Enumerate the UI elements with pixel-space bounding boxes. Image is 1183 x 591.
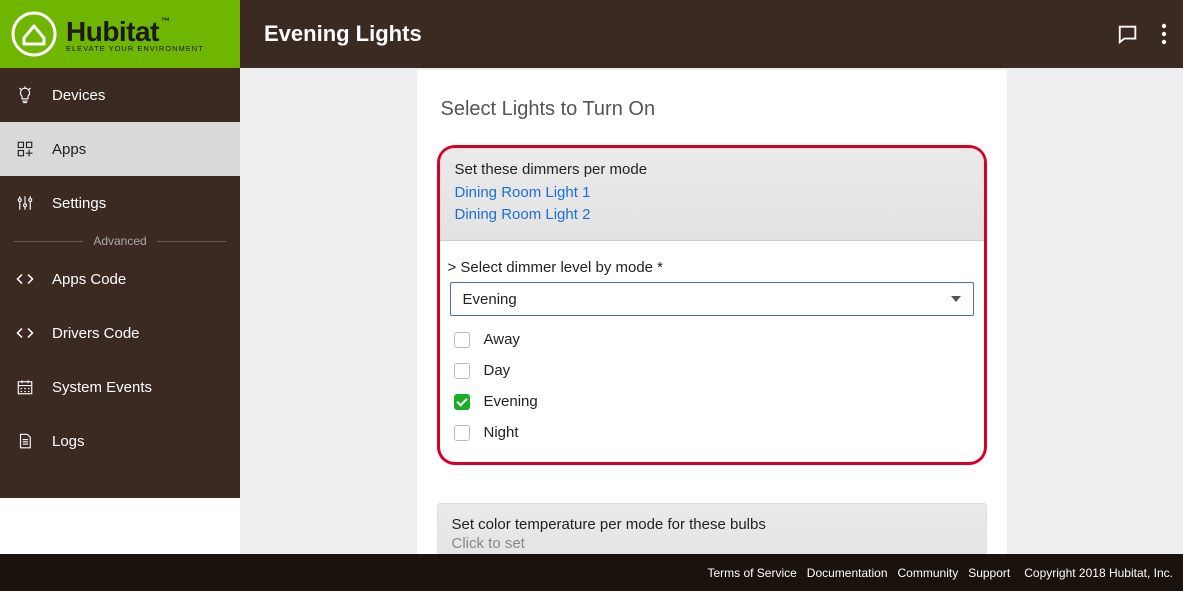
config-card: Select Lights to Turn On Set these dimme…	[417, 70, 1007, 554]
highlight-box: Set these dimmers per mode Dining Room L…	[437, 145, 987, 465]
code-icon	[14, 324, 36, 342]
checkbox[interactable]	[454, 332, 470, 348]
mode-options: Away Day Evening Night	[450, 324, 974, 448]
document-icon	[14, 432, 36, 450]
select-value: Evening	[463, 291, 517, 308]
option-away[interactable]: Away	[450, 324, 974, 355]
option-evening[interactable]: Evening	[450, 386, 974, 417]
dimmer-link-1[interactable]: Dining Room Light 1	[455, 182, 969, 204]
sidebar-item-label: Apps	[52, 141, 86, 158]
color-temp-panel[interactable]: Set color temperature per mode for these…	[437, 503, 987, 559]
footer-link-docs[interactable]: Documentation	[807, 566, 888, 580]
lightbulb-icon	[14, 86, 36, 104]
sidebar-item-label: Settings	[52, 195, 106, 212]
code-icon	[14, 270, 36, 288]
apps-icon	[14, 140, 36, 158]
mode-select[interactable]: Evening	[450, 282, 974, 316]
select-label: > Select dimmer level by mode *	[448, 259, 970, 276]
color-temp-header: Set color temperature per mode for these…	[452, 516, 972, 533]
topbar: Hubitat™ ELEVATE YOUR ENVIRONMENT Evenin…	[0, 0, 1183, 68]
section-title: Select Lights to Turn On	[437, 98, 987, 121]
color-temp-sub: Click to set	[452, 535, 972, 552]
sidebar: Devices Apps Settings Advanced Apps Code…	[0, 68, 240, 498]
checkbox[interactable]	[454, 363, 470, 379]
sidebar-item-label: System Events	[52, 379, 152, 396]
main-content: Select Lights to Turn On Set these dimme…	[240, 68, 1183, 554]
footer-link-community[interactable]: Community	[898, 566, 959, 580]
option-night[interactable]: Night	[450, 417, 974, 448]
sidebar-item-system-events[interactable]: System Events	[0, 360, 240, 414]
option-label: Evening	[484, 393, 538, 410]
sidebar-item-devices[interactable]: Devices	[0, 68, 240, 122]
checkbox-checked[interactable]	[454, 394, 470, 410]
advanced-divider: Advanced	[0, 230, 240, 252]
kebab-menu-icon[interactable]	[1161, 23, 1167, 45]
option-label: Away	[484, 331, 520, 348]
dimmer-link-2[interactable]: Dining Room Light 2	[455, 204, 969, 226]
brand-logo[interactable]: Hubitat™ ELEVATE YOUR ENVIRONMENT	[0, 0, 240, 68]
sliders-icon	[14, 194, 36, 212]
topbar-actions	[1117, 23, 1183, 45]
sidebar-item-label: Drivers Code	[52, 325, 140, 342]
sidebar-item-apps-code[interactable]: Apps Code	[0, 252, 240, 306]
footer: Terms of Service Documentation Community…	[0, 554, 1183, 591]
option-label: Day	[484, 362, 511, 379]
dimmer-panel[interactable]: Set these dimmers per mode Dining Room L…	[440, 148, 984, 241]
sidebar-item-label: Logs	[52, 433, 85, 450]
footer-copyright: Copyright 2018 Hubitat, Inc.	[1024, 566, 1173, 580]
footer-link-support[interactable]: Support	[968, 566, 1010, 580]
footer-link-tos[interactable]: Terms of Service	[707, 566, 796, 580]
dimmer-panel-header: Set these dimmers per mode	[455, 161, 969, 178]
sidebar-item-drivers-code[interactable]: Drivers Code	[0, 306, 240, 360]
hubitat-logo-icon	[10, 10, 58, 58]
sidebar-item-settings[interactable]: Settings	[0, 176, 240, 230]
chat-icon[interactable]	[1117, 23, 1139, 45]
page-title: Evening Lights	[264, 21, 422, 47]
checkbox[interactable]	[454, 425, 470, 441]
sidebar-item-label: Devices	[52, 87, 105, 104]
option-label: Night	[484, 424, 519, 441]
sidebar-item-logs[interactable]: Logs	[0, 414, 240, 468]
chevron-down-icon	[951, 296, 961, 302]
calendar-icon	[14, 378, 36, 396]
sidebar-item-label: Apps Code	[52, 271, 126, 288]
brand-text: Hubitat™ ELEVATE YOUR ENVIRONMENT	[66, 16, 204, 53]
option-day[interactable]: Day	[450, 355, 974, 386]
sidebar-item-apps[interactable]: Apps	[0, 122, 240, 176]
